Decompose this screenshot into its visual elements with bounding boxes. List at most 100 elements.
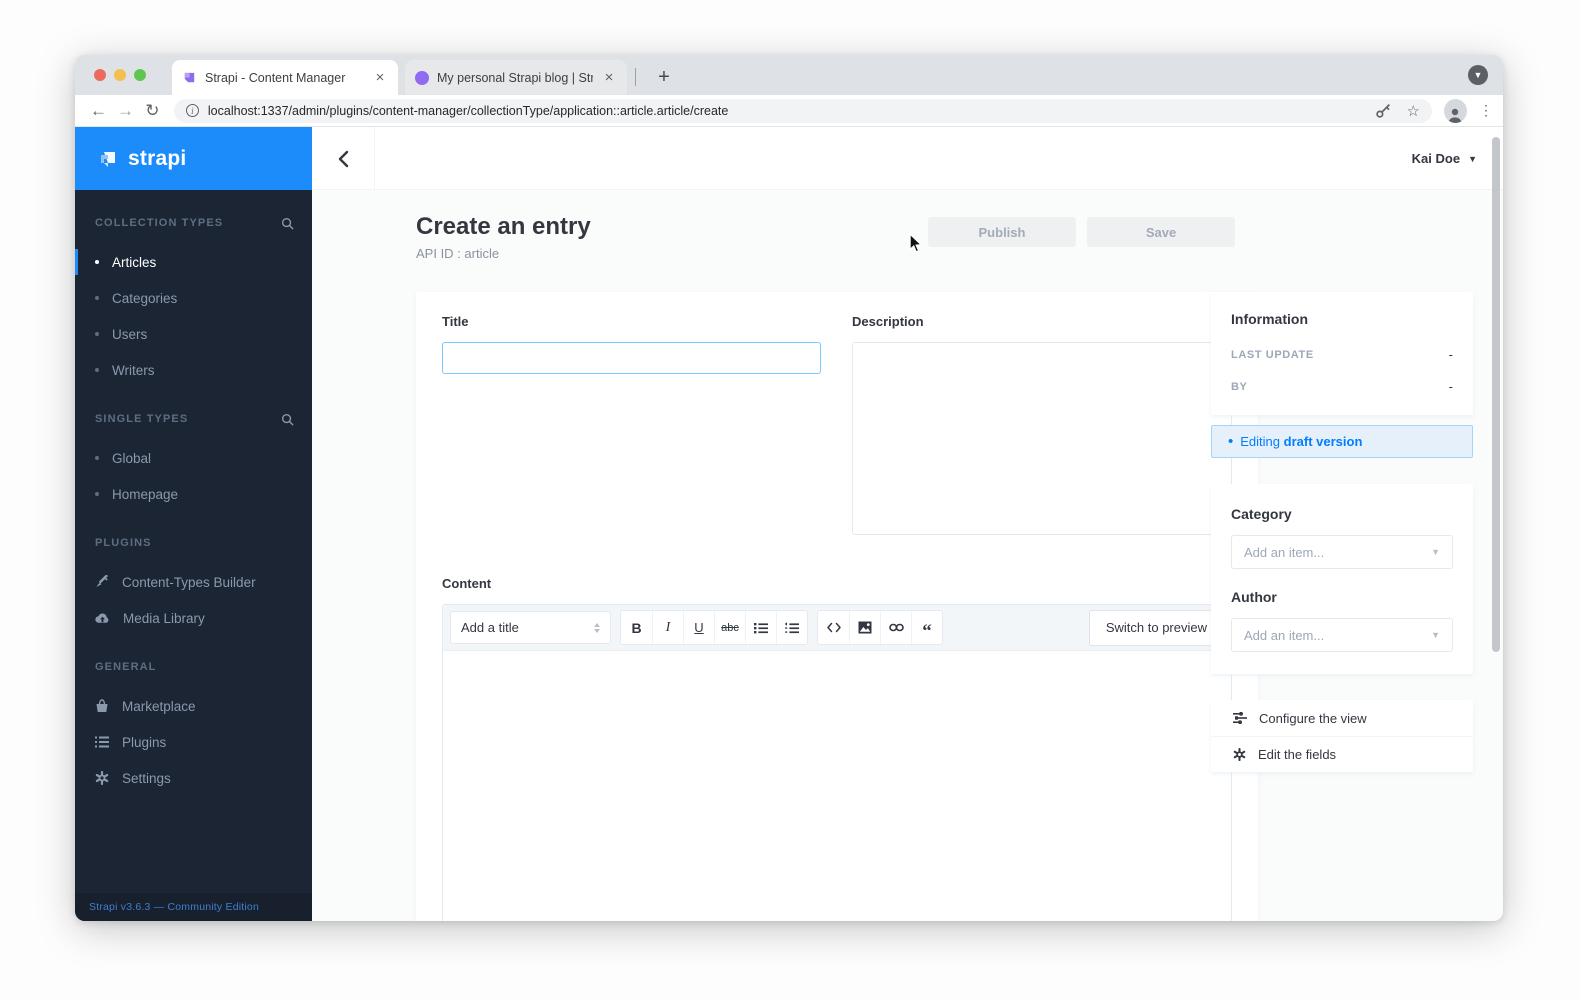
rich-text-editor: Add a title B I U abc “ Switch to previe… [442,604,1232,921]
cloud-upload-icon [95,613,109,623]
url-text[interactable]: localhost:1337/admin/plugins/content-man… [208,104,1366,118]
right-sidebar: Information LAST UPDATE - BY - • Editing… [1211,292,1473,772]
status-dot-icon: • [1228,433,1234,450]
bullet-icon [95,332,99,336]
chevron-left-icon [338,150,348,167]
browser-tab-blog[interactable]: My personal Strapi blog | Strap × [405,60,627,95]
search-icon[interactable] [281,217,294,230]
author-select[interactable]: Add an item... ▼ [1231,618,1453,652]
scrollbar-thumb[interactable] [1492,137,1500,652]
image-button[interactable] [849,611,880,644]
sidebar-item-label: Plugins [122,734,167,750]
sidebar-item-media-library[interactable]: Media Library [75,600,312,636]
strapi-logo[interactable]: strapi [75,127,312,190]
back-icon[interactable]: ← [85,101,112,121]
quote-button[interactable]: “ [911,611,942,644]
ordered-list-button[interactable] [776,611,807,644]
gear-icon [95,771,109,785]
maximize-window-button[interactable] [134,69,146,81]
sidebar-item-content-types-builder[interactable]: Content-Types Builder [75,564,312,600]
title-input[interactable] [442,342,821,374]
sidebar-item-label: Categories [112,290,178,306]
minimize-window-button[interactable] [114,69,126,81]
link-button[interactable] [880,611,911,644]
last-update-value: - [1448,347,1453,362]
sidebar-item-settings[interactable]: Settings [75,760,312,796]
stepper-icon [594,622,600,633]
save-button[interactable]: Save [1087,217,1235,247]
configure-view-link[interactable]: Configure the view [1211,700,1473,736]
description-textarea[interactable] [852,342,1232,535]
purple-circle-favicon-icon [415,70,429,85]
heading-select[interactable]: Add a title [450,611,611,644]
close-window-button[interactable] [94,69,106,81]
bullet-list-button[interactable] [745,611,776,644]
section-label-single-types: SINGLE TYPES [95,413,189,425]
strapi-admin-app: strapi COLLECTION TYPES Articles Categor… [75,127,1503,921]
user-menu[interactable]: Kai Doe ▼ [1412,127,1477,190]
profile-avatar[interactable] [1443,98,1468,123]
tab-close-icon[interactable]: × [372,69,388,86]
bullet-icon [95,456,99,460]
browser-menu-icon[interactable]: ⋮ [1479,102,1493,119]
window-controls [94,69,146,81]
underline-button[interactable]: U [683,611,714,644]
bold-button[interactable]: B [621,611,652,644]
logo-wordmark: strapi [128,146,187,170]
edit-fields-label: Edit the fields [1258,747,1337,762]
search-icon[interactable] [281,413,294,426]
tab-divider [635,68,636,86]
italic-button[interactable]: I [652,611,683,644]
sidebar-item-articles[interactable]: Articles [75,244,312,280]
category-label: Category [1231,506,1292,522]
version-text[interactable]: Strapi v3.6.3 — Community Edition [89,901,259,913]
format-button-group: B I U abc [620,610,808,645]
page-title: Create an entry [416,213,591,240]
reload-icon[interactable]: ↻ [139,101,166,121]
sidebar-item-writers[interactable]: Writers [75,352,312,388]
entry-form-card: Title Description Content Add a title B … [416,292,1258,921]
bookmark-star-icon[interactable]: ☆ [1406,102,1419,120]
editor-content-area[interactable] [443,651,1231,921]
new-tab-button[interactable]: + [650,63,678,91]
tab-title: Strapi - Content Manager [205,70,346,85]
browser-toolbar: ← → ↻ i localhost:1337/admin/plugins/con… [75,95,1503,127]
browser-tab-strapi[interactable]: Strapi - Content Manager × [172,60,398,95]
user-name: Kai Doe [1411,151,1461,166]
sidebar-item-categories[interactable]: Categories [75,280,312,316]
info-icon[interactable]: i [185,104,199,117]
by-value: - [1448,379,1453,394]
edit-fields-link[interactable]: Edit the fields [1211,736,1473,772]
view-links-card: Configure the view Edit the fields [1211,700,1473,772]
forward-icon[interactable]: → [112,101,139,121]
tab-close-icon[interactable]: × [601,69,617,86]
key-icon[interactable] [1375,102,1392,119]
category-select[interactable]: Add an item... ▼ [1231,535,1453,569]
sidebar-item-label: Articles [112,254,157,270]
sidebar-item-global[interactable]: Global [75,440,312,476]
sidebar-item-plugins[interactable]: Plugins [75,724,312,760]
editor-toolbar: Add a title B I U abc “ Switch to previe… [443,605,1231,651]
title-field-label: Title [442,314,469,329]
switch-to-preview-button[interactable]: Switch to preview [1088,609,1224,646]
author-placeholder: Add an item... [1244,627,1325,643]
last-update-label: LAST UPDATE [1231,348,1314,361]
by-label: BY [1231,380,1248,393]
sidebar-item-homepage[interactable]: Homepage [75,476,312,512]
publish-button[interactable]: Publish [928,217,1076,247]
bullet-icon [95,368,99,372]
filter-icon [1233,712,1247,724]
url-bar[interactable]: i localhost:1337/admin/plugins/content-m… [173,98,1432,123]
link-icon [888,623,904,632]
brush-icon [96,575,108,587]
sidebar-item-users[interactable]: Users [75,316,312,352]
code-button[interactable] [818,611,849,644]
sidebar: strapi COLLECTION TYPES Articles Categor… [75,127,312,921]
basket-icon [96,699,108,712]
page-subtitle: API ID : article [416,246,500,261]
sidebar-item-marketplace[interactable]: Marketplace [75,688,312,724]
strikethrough-button[interactable]: abc [714,611,745,644]
tab-search-button[interactable]: ▼ [1468,65,1488,85]
back-button[interactable] [312,127,375,190]
sidebar-item-label: Media Library [123,610,205,626]
